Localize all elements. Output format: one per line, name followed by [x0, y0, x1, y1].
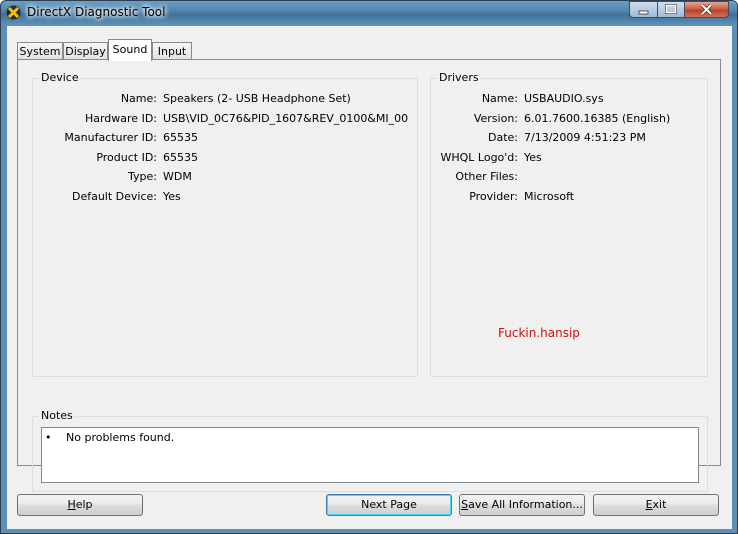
save-all-information-button[interactable]: Save All Information... — [459, 494, 585, 516]
directx-icon — [6, 5, 21, 20]
minimize-button[interactable] — [629, 1, 658, 18]
next-page-button[interactable]: Next Page — [326, 494, 452, 516]
notes-group: Notes • No problems found. — [32, 409, 708, 492]
client-area: System Display Sound Input Device Name: … — [7, 26, 732, 529]
provider-value: Microsoft — [524, 190, 575, 203]
other-files-label: Other Files: — [455, 170, 518, 183]
default-device-value: Yes — [163, 190, 181, 203]
notes-text: No problems found. — [66, 431, 175, 444]
maximize-button[interactable] — [657, 1, 685, 18]
device-name-value: Speakers (2- USB Headphone Set) — [163, 92, 351, 105]
hardware-id-value: USB\VID_0C76&PID_1607&REV_0100&MI_00 — [163, 112, 409, 125]
device-heading: Device — [39, 71, 81, 84]
dxdiag-window: DirectX Diagnostic Tool System Display S… — [0, 0, 738, 534]
sound-tab-panel: Device Name: Speakers (2- USB Headphone … — [17, 59, 721, 492]
exit-mnemonic: E — [645, 498, 653, 511]
product-id-value: 65535 — [163, 151, 198, 164]
tab-system[interactable]: System — [17, 42, 63, 60]
help-label: elp — [75, 498, 93, 511]
watermark-text: Fuckin.hansip — [498, 326, 580, 340]
hardware-id-label: Hardware ID: — [84, 112, 157, 125]
close-icon — [700, 3, 713, 16]
driver-date-label: Date: — [488, 131, 518, 144]
notes-heading: Notes — [39, 409, 75, 422]
driver-date-value: 7/13/2009 4:51:23 PM — [524, 131, 646, 144]
help-button[interactable]: Help — [17, 494, 143, 516]
drivers-heading: Drivers — [437, 71, 481, 84]
driver-name-value: USBAUDIO.sys — [524, 92, 604, 105]
driver-version-value: 6.01.7600.16385 (English) — [524, 112, 671, 125]
manufacturer-id-label: Manufacturer ID: — [64, 131, 157, 144]
window-title: DirectX Diagnostic Tool — [27, 5, 166, 19]
default-device-label: Default Device: — [71, 190, 157, 203]
driver-version-label: Version: — [473, 112, 518, 125]
product-id-label: Product ID: — [96, 151, 157, 164]
whql-value: Yes — [524, 151, 542, 164]
provider-label: Provider: — [469, 190, 518, 203]
tab-sound[interactable]: Sound — [108, 39, 152, 61]
help-mnemonic: H — [67, 498, 76, 511]
minimize-icon — [638, 10, 649, 15]
manufacturer-id-value: 65535 — [163, 131, 198, 144]
tab-input[interactable]: Input — [152, 42, 192, 60]
close-button[interactable] — [684, 1, 729, 18]
driver-name-label: Name: — [481, 92, 518, 105]
device-group: Device Name: Speakers (2- USB Headphone … — [32, 71, 418, 377]
exit-label: xit — [652, 498, 667, 511]
tab-display[interactable]: Display — [63, 42, 108, 60]
type-label: Type: — [128, 170, 157, 183]
title-bar[interactable]: DirectX Diagnostic Tool — [1, 1, 737, 25]
maximize-icon — [665, 3, 677, 14]
device-name-label: Name: — [120, 92, 157, 105]
type-value: WDM — [163, 170, 192, 183]
notes-textbox[interactable]: • No problems found. — [41, 427, 699, 483]
save-label: ave All Information... — [468, 498, 583, 511]
whql-label: WHQL Logo'd: — [440, 151, 518, 164]
notes-bullet: • — [45, 431, 52, 444]
exit-button[interactable]: Exit — [593, 494, 719, 516]
